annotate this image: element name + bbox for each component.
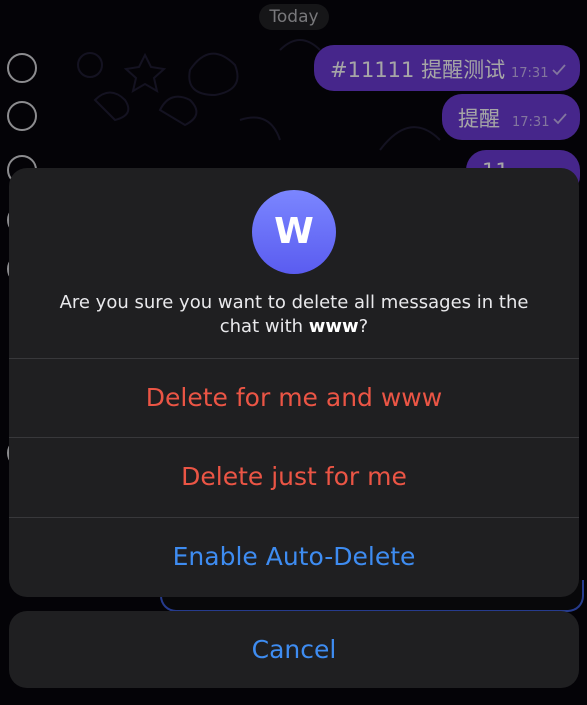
delete-for-me-button[interactable]: Delete just for me: [9, 438, 579, 516]
delete-for-both-button[interactable]: Delete for me and www: [9, 359, 579, 437]
avatar: W: [252, 190, 336, 274]
prompt-chat-name: www: [308, 316, 359, 337]
action-sheet-header: W Are you sure you want to delete all me…: [9, 168, 579, 358]
chat-screen: Today #11111 提醒测试 17:31 提醒 17:31 11 W Ar…: [0, 0, 587, 705]
enable-auto-delete-button[interactable]: Enable Auto-Delete: [9, 518, 579, 596]
prompt-text: Are you sure you want to delete all mess…: [59, 292, 529, 337]
cancel-button[interactable]: Cancel: [9, 611, 579, 688]
prompt-punctuation: ?: [358, 316, 369, 337]
delete-confirmation-text: Are you sure you want to delete all mess…: [49, 291, 539, 339]
delete-chat-action-sheet: W Are you sure you want to delete all me…: [9, 168, 579, 597]
